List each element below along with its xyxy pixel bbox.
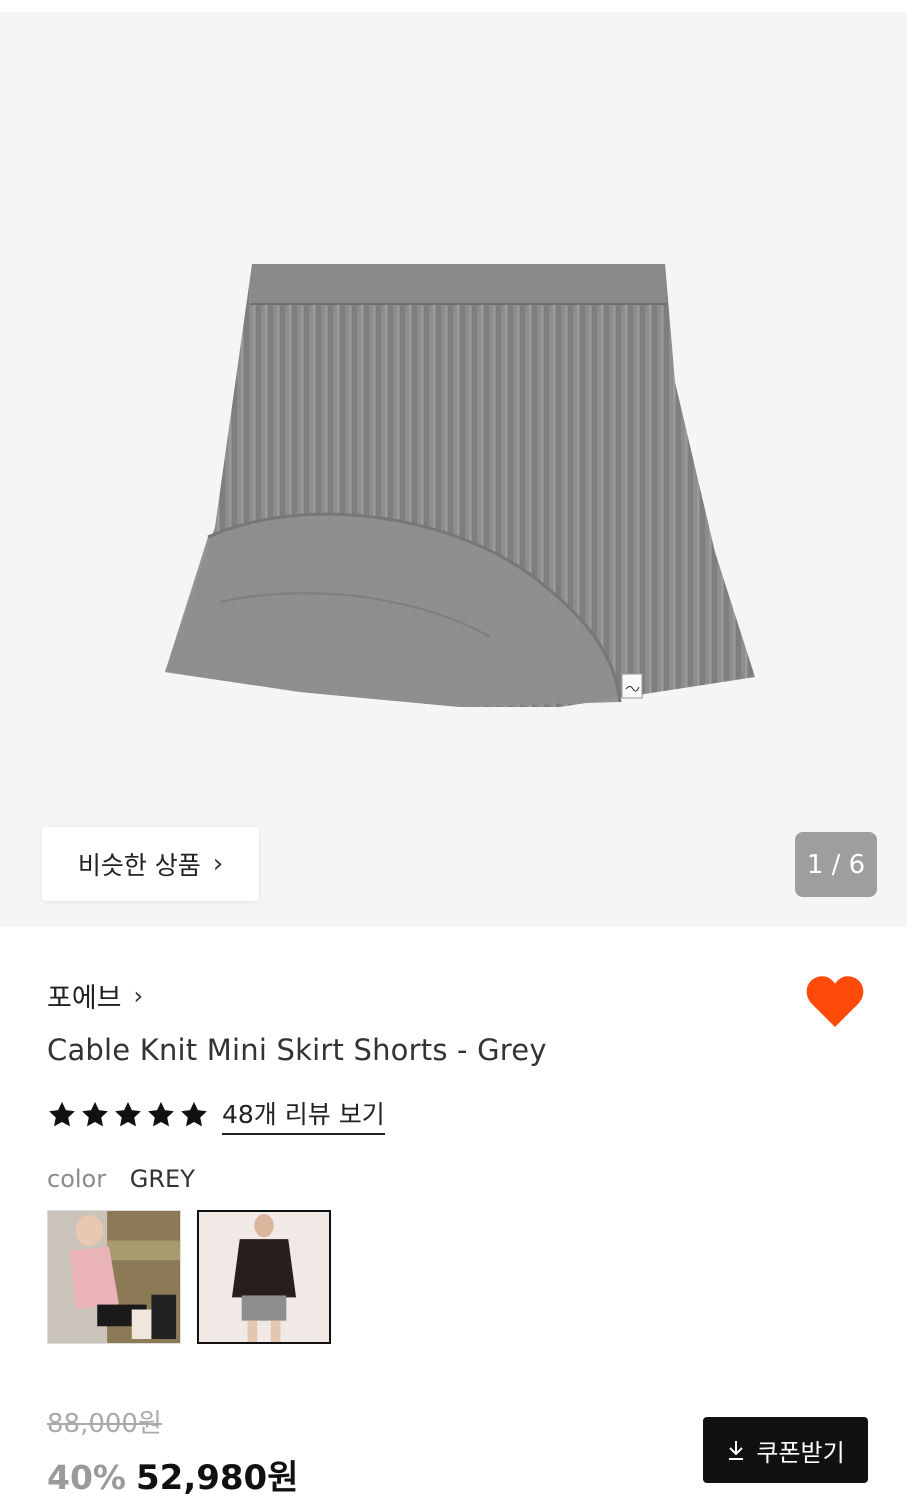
discount-rate: 40% xyxy=(47,1458,126,1497)
color-option-grey[interactable] xyxy=(197,1210,331,1344)
product-image xyxy=(165,264,755,707)
product-title: Cable Knit Mini Skirt Shorts - Grey xyxy=(47,1033,547,1067)
product-image-gallery[interactable]: 비슷한 상품 › 1 / 6 xyxy=(0,12,907,927)
sale-price: 52,980원 xyxy=(136,1458,299,1498)
color-option-thumbnail xyxy=(48,1211,180,1343)
star-icon xyxy=(148,1101,174,1127)
star-icon xyxy=(82,1101,108,1127)
color-option-thumbnail xyxy=(199,1212,329,1342)
price-row: 40% 52,980원 xyxy=(47,1450,298,1499)
review-link[interactable]: 48개 리뷰 보기 xyxy=(222,1095,385,1135)
download-icon xyxy=(729,1441,744,1460)
chevron-right-icon: › xyxy=(212,849,224,879)
star-icon xyxy=(115,1101,141,1127)
color-value: GREY xyxy=(129,1165,195,1193)
original-price: 88,000원 xyxy=(47,1409,162,1439)
similar-products-button[interactable]: 비슷한 상품 › xyxy=(42,827,259,901)
rating-row: 48개 리뷰 보기 xyxy=(47,1095,385,1135)
image-page-indicator: 1 / 6 xyxy=(795,832,877,897)
chevron-right-icon: › xyxy=(133,981,144,1010)
heart-icon[interactable] xyxy=(806,975,864,1029)
coupon-label: 쿠폰받기 xyxy=(756,1438,845,1467)
brand-link[interactable]: 포에브 › xyxy=(47,976,143,1015)
coupon-download-button[interactable]: 쿠폰받기 xyxy=(703,1417,868,1483)
color-row: color GREY xyxy=(47,1165,195,1193)
color-option-pink[interactable] xyxy=(47,1210,181,1344)
brand-name: 포에브 xyxy=(47,983,122,1014)
rating-stars xyxy=(47,1100,209,1130)
star-icon xyxy=(49,1101,75,1127)
color-label: color xyxy=(47,1165,107,1193)
star-icon xyxy=(181,1101,207,1127)
similar-products-label: 비슷한 상품 xyxy=(77,851,201,880)
